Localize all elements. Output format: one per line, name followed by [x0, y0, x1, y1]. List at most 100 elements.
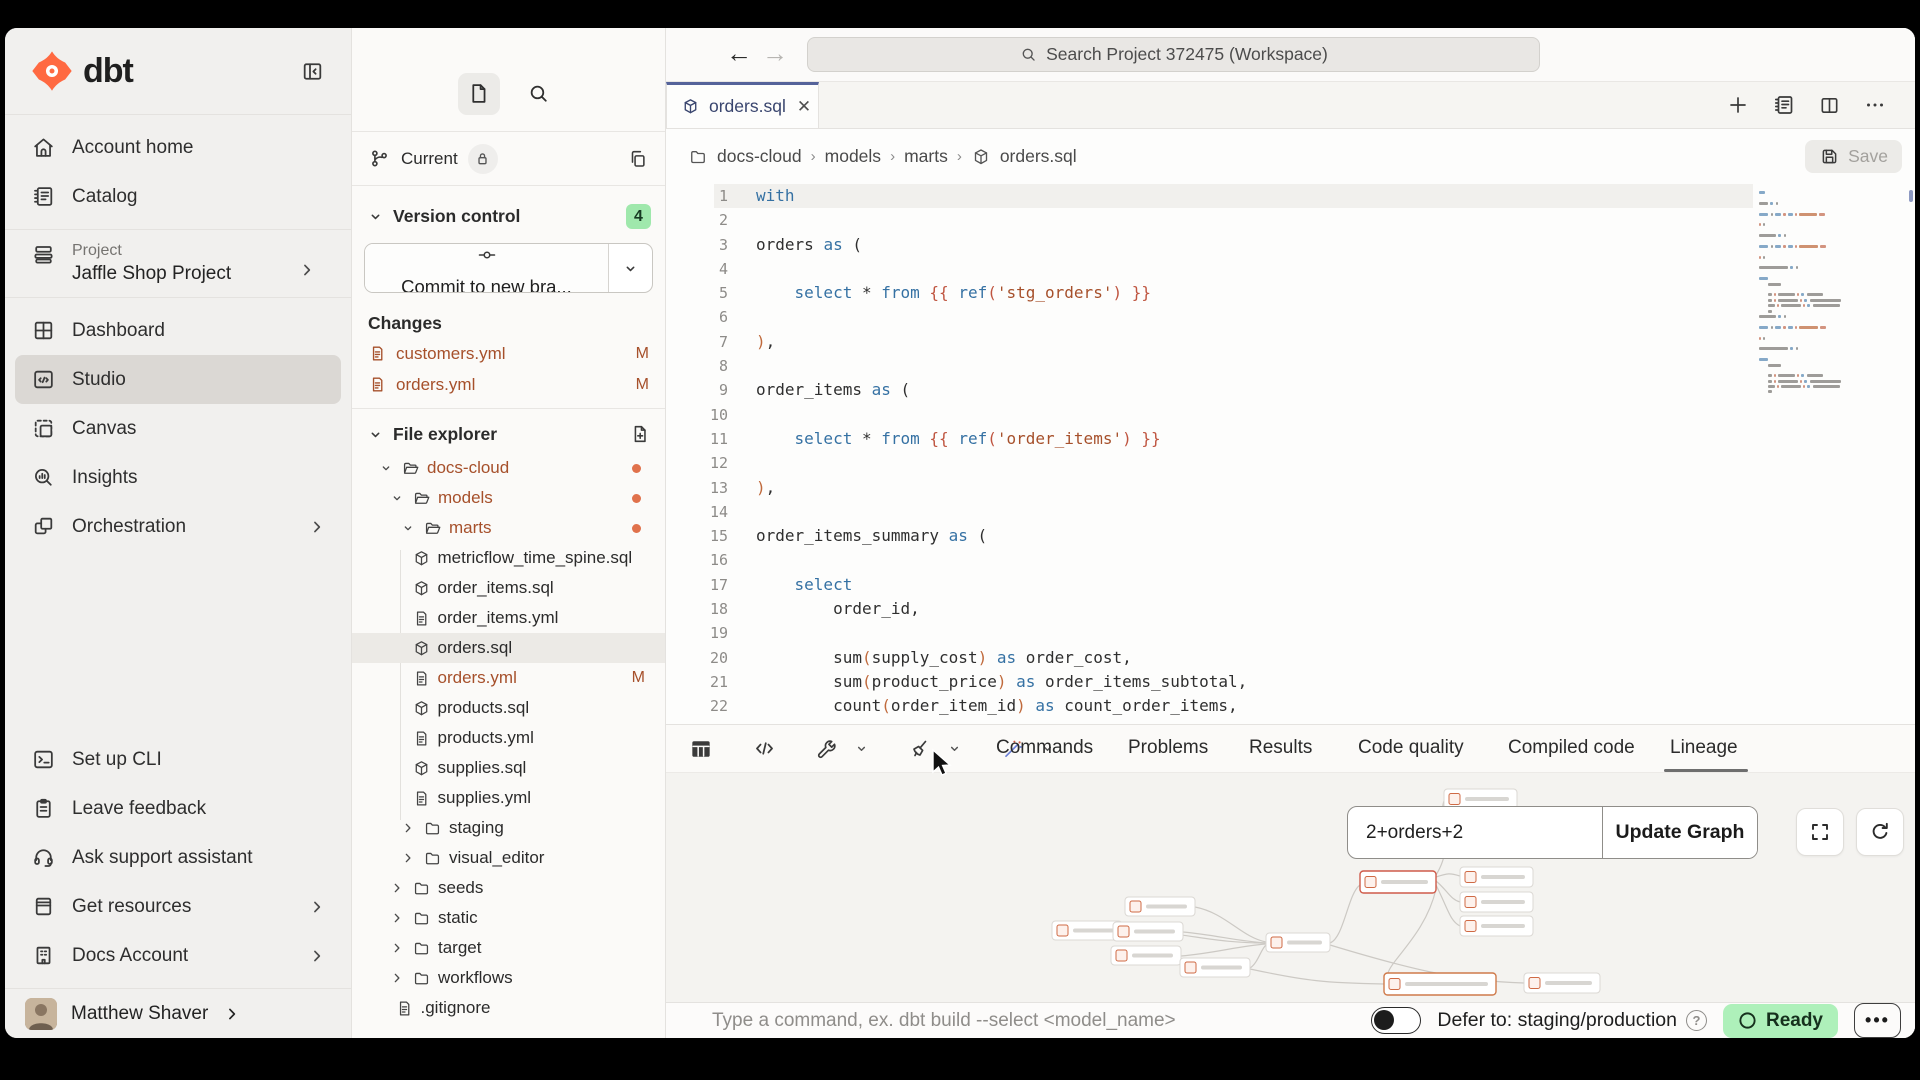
tree-item-order-items-sql[interactable]: order_items.sql [352, 573, 665, 603]
code-line-19[interactable]: 19 [666, 621, 1915, 645]
sidebar-item-leave-feedback[interactable]: Leave feedback [15, 784, 341, 833]
split-editor-icon[interactable] [1818, 94, 1841, 117]
tree-item-order-items-yml[interactable]: order_items.yml [352, 603, 665, 633]
user-menu[interactable]: Matthew Shaver [5, 988, 351, 1038]
tree-item-models[interactable]: models [352, 483, 665, 513]
code-line-21[interactable]: 21 sum(product_price) as order_items_sub… [666, 670, 1915, 694]
more-actions-button[interactable]: ••• [1854, 1003, 1901, 1038]
format-broom-icon[interactable] [908, 737, 932, 761]
code-line-20[interactable]: 20 sum(supply_cost) as order_cost, [666, 646, 1915, 670]
tree-item-metricflow-time-spine-sql[interactable]: metricflow_time_spine.sql [352, 543, 665, 573]
code-line-16[interactable]: 16 [666, 548, 1915, 572]
sidebar-item-canvas[interactable]: Canvas [15, 404, 341, 453]
tree-item-visual-editor[interactable]: visual_editor [352, 843, 665, 873]
changed-file-orders-yml[interactable]: orders.ymlM [352, 369, 665, 400]
panel-tab-results[interactable]: Results [1249, 737, 1312, 759]
lineage-node[interactable] [1360, 871, 1436, 893]
project-search-input[interactable]: Search Project 372475 (Workspace) [807, 37, 1540, 72]
lineage-node[interactable] [1460, 916, 1533, 936]
panel-tab-commands[interactable]: Commands [996, 737, 1093, 759]
version-control-header[interactable]: Version control 4 [352, 196, 665, 237]
code-line-8[interactable]: 8 [666, 354, 1915, 378]
file-explorer-header[interactable]: File explorer [352, 415, 665, 453]
chevron-down-icon[interactable] [946, 740, 963, 757]
file-explorer-view-button[interactable] [458, 73, 500, 115]
code-line-10[interactable]: 10 [666, 403, 1915, 427]
tree-item-target[interactable]: target [352, 933, 665, 963]
code-line-5[interactable]: 5 select * from {{ ref('stg_orders') }} [666, 281, 1915, 305]
tab-orders-sql[interactable]: orders.sql ✕ [666, 82, 819, 128]
sidebar-item-catalog[interactable]: Catalog [15, 172, 341, 221]
help-icon[interactable]: ? [1686, 1010, 1707, 1031]
code-editor[interactable]: 1with23orders as (45 select * from {{ re… [666, 184, 1915, 724]
panel-tab-compiled-code[interactable]: Compiled code [1508, 737, 1635, 759]
tree-item-marts[interactable]: marts [352, 513, 665, 543]
chevron-down-icon[interactable] [853, 740, 870, 757]
code-line-7[interactable]: 7), [666, 330, 1915, 354]
editor-scrollbar[interactable] [1909, 190, 1913, 202]
breadcrumb-item[interactable]: docs-cloud [717, 146, 802, 167]
copy-icon[interactable] [627, 148, 649, 170]
collapse-sidebar-icon[interactable] [300, 59, 325, 84]
command-input[interactable]: Type a command, ex. dbt build --select <… [712, 1010, 1176, 1032]
tree-item-orders-yml[interactable]: orders.ymlM [352, 663, 665, 693]
code-preview-icon[interactable] [752, 736, 777, 761]
code-line-18[interactable]: 18 order_id, [666, 597, 1915, 621]
sidebar-item-get-resources[interactable]: Get resources [15, 882, 341, 931]
commit-button[interactable]: Commit to new bra... [364, 243, 653, 293]
code-line-14[interactable]: 14 [666, 500, 1915, 524]
panel-tab-code-quality[interactable]: Code quality [1358, 737, 1464, 759]
code-line-9[interactable]: 9order_items as ( [666, 378, 1915, 402]
lineage-node[interactable] [1052, 921, 1122, 940]
tree-item-seeds[interactable]: seeds [352, 873, 665, 903]
lineage-selector-input[interactable]: 2+orders+2 [1348, 807, 1602, 858]
build-tools-icon[interactable] [815, 737, 839, 761]
lineage-node[interactable] [1125, 897, 1195, 916]
code-line-22[interactable]: 22 count(order_item_id) as count_order_i… [666, 694, 1915, 718]
tree-item-supplies-yml[interactable]: supplies.yml [352, 783, 665, 813]
minimap[interactable] [1759, 190, 1853, 395]
refresh-graph-button[interactable] [1856, 808, 1904, 856]
lineage-node[interactable] [1524, 973, 1600, 993]
lineage-node[interactable] [1460, 867, 1533, 887]
code-line-11[interactable]: 11 select * from {{ ref('order_items') }… [666, 427, 1915, 451]
panel-tab-problems[interactable]: Problems [1128, 737, 1208, 759]
new-tab-icon[interactable] [1726, 93, 1750, 117]
sidebar-item-ask-support-assistant[interactable]: Ask support assistant [15, 833, 341, 882]
results-table-icon[interactable] [688, 736, 714, 762]
branch-row[interactable]: Current [352, 132, 665, 186]
tree-item-orders-sql[interactable]: orders.sql [352, 633, 665, 663]
back-button[interactable]: ← [726, 38, 752, 69]
search-view-button[interactable] [518, 73, 560, 115]
code-line-6[interactable]: 6 [666, 305, 1915, 329]
tree-item-staging[interactable]: staging [352, 813, 665, 843]
code-line-1[interactable]: 1with [666, 184, 1915, 208]
lineage-node[interactable] [1384, 973, 1496, 995]
commit-options-dropdown[interactable] [608, 244, 652, 292]
catalog-panel-icon[interactable] [1772, 93, 1796, 117]
sidebar-item-set-up-cli[interactable]: Set up CLI [15, 735, 341, 784]
code-line-13[interactable]: 13), [666, 476, 1915, 500]
code-line-3[interactable]: 3orders as ( [666, 233, 1915, 257]
sidebar-item-studio[interactable]: Studio [15, 355, 341, 404]
save-button[interactable]: Save [1805, 140, 1902, 173]
sidebar-item-dashboard[interactable]: Dashboard [15, 306, 341, 355]
code-line-4[interactable]: 4 [666, 257, 1915, 281]
update-graph-button[interactable]: Update Graph [1602, 807, 1757, 858]
sidebar-item-orchestration[interactable]: Orchestration [15, 502, 341, 551]
lineage-node[interactable] [1180, 958, 1250, 977]
lineage-node[interactable] [1266, 933, 1330, 952]
tree-item--gitignore[interactable]: .gitignore [352, 993, 665, 1023]
code-line-17[interactable]: 17 select [666, 573, 1915, 597]
breadcrumb-item[interactable]: models [825, 146, 881, 167]
breadcrumb-item[interactable]: marts [904, 146, 948, 167]
breadcrumb-item[interactable]: orders.sql [1000, 146, 1077, 167]
sidebar-item-insights[interactable]: Insights [15, 453, 341, 502]
lineage-node[interactable] [1111, 946, 1181, 965]
changed-file-customers-yml[interactable]: customers.ymlM [352, 338, 665, 369]
tree-item-supplies-sql[interactable]: supplies.sql [352, 753, 665, 783]
sidebar-item-project[interactable]: Project Jaffle Shop Project [15, 236, 341, 291]
defer-toggle[interactable] [1371, 1007, 1421, 1034]
tree-item-products-sql[interactable]: products.sql [352, 693, 665, 723]
lineage-node[interactable] [1113, 922, 1183, 941]
